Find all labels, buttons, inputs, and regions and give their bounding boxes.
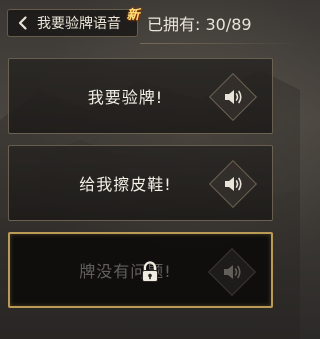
back-button[interactable]: 我要验牌语音 xyxy=(7,9,138,37)
new-badge: 新 xyxy=(126,7,140,23)
lock-icon xyxy=(142,261,158,282)
play-audio-button[interactable] xyxy=(208,72,258,122)
voice-line-item[interactable]: 给我擦皮鞋! xyxy=(8,145,273,221)
play-audio-button[interactable] xyxy=(208,159,258,209)
header-bar: 我要验牌语音 新 已拥有: 30/89 xyxy=(0,0,300,46)
voice-line-label: 我要验牌! xyxy=(87,88,164,107)
owned-count: 已拥有: 30/89 xyxy=(147,15,252,34)
play-audio-button xyxy=(207,247,257,297)
header-divider xyxy=(140,43,300,44)
voice-line-item[interactable]: 我要验牌! xyxy=(8,58,273,134)
chevron-left-icon xyxy=(18,16,27,30)
speaker-icon xyxy=(225,90,242,104)
voice-line-item-locked[interactable]: 牌没有问题! xyxy=(8,232,273,308)
voice-line-label: 牌没有问题! xyxy=(79,262,172,281)
page-title: 我要验牌语音 xyxy=(37,16,121,32)
voice-line-label: 给我擦皮鞋! xyxy=(79,175,172,194)
speaker-icon xyxy=(225,177,242,191)
speaker-icon xyxy=(224,265,241,279)
